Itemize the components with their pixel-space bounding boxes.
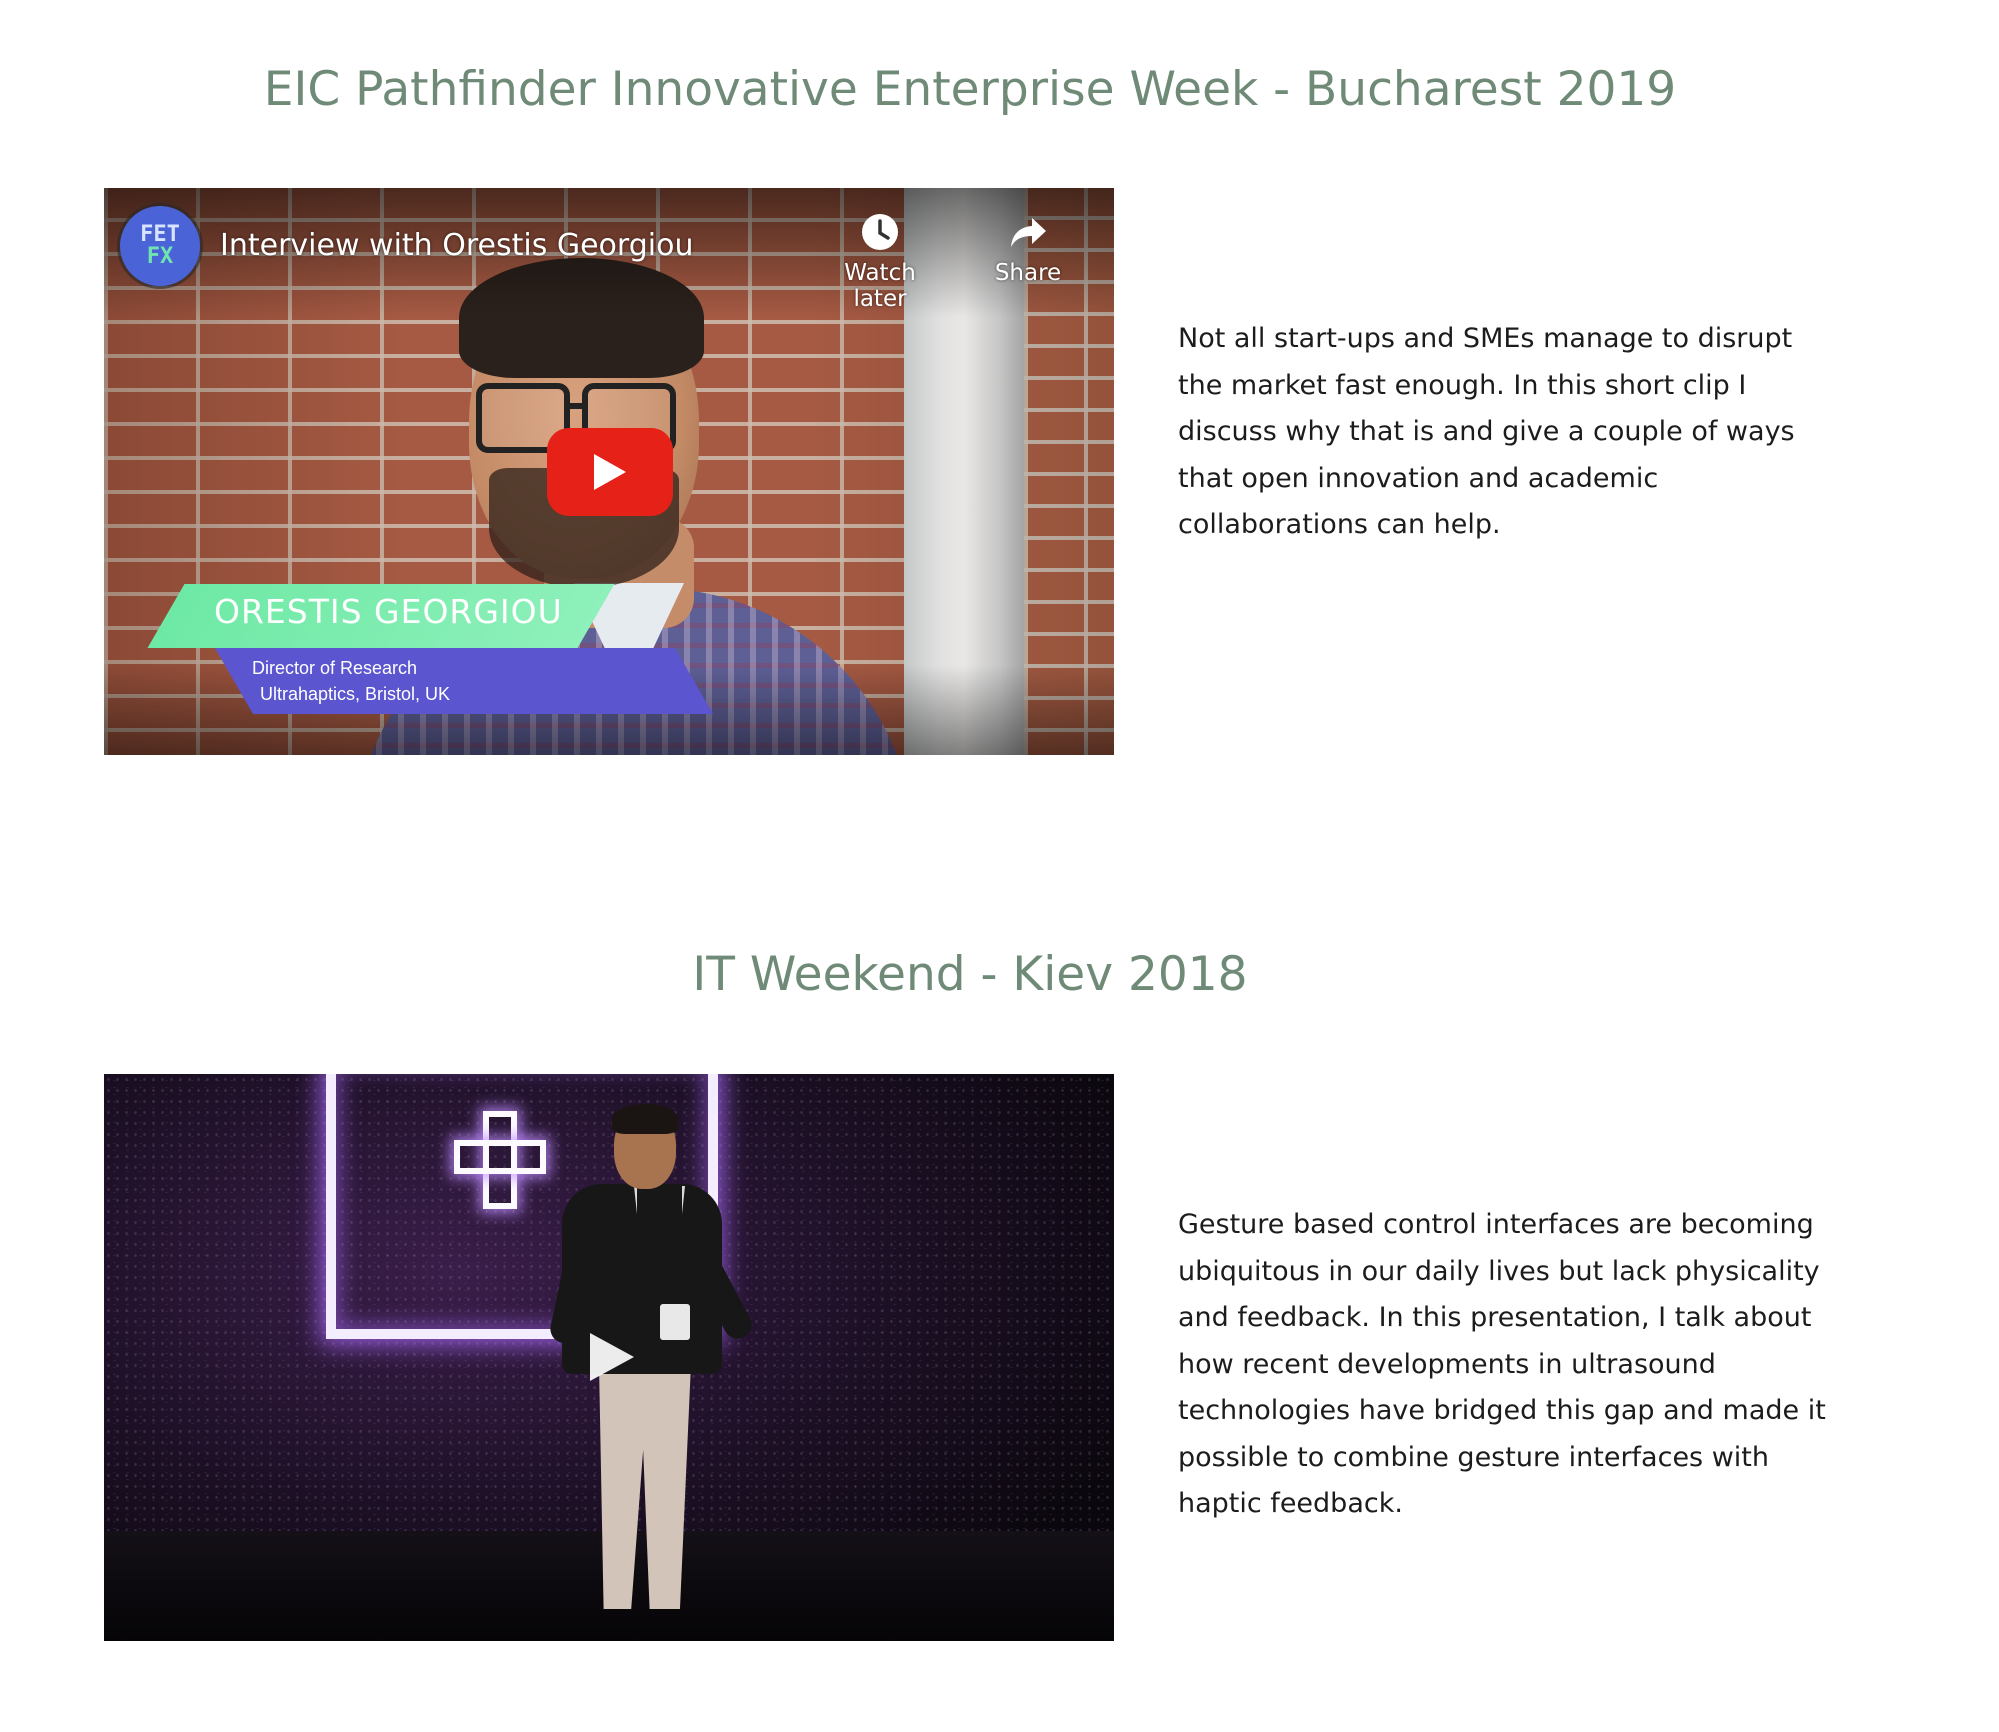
channel-logo-text-top: FET xyxy=(140,222,180,247)
section-description: Gesture based control interfaces are bec… xyxy=(1178,1209,1826,1519)
watch-later-label: Watch later xyxy=(844,260,916,312)
play-icon xyxy=(594,454,626,490)
clock-icon xyxy=(862,214,898,250)
youtube-play-button[interactable] xyxy=(547,428,673,516)
lower-third-org: Ultrahaptics, Bristol, UK xyxy=(260,684,451,704)
section-title: EIC Pathfinder Innovative Enterprise Wee… xyxy=(263,62,1677,117)
section-description: Not all start-ups and SMEs manage to dis… xyxy=(1178,323,1795,540)
watch-later-button[interactable]: Watch later xyxy=(820,212,940,312)
lower-third-name: ORESTIS GEORGIOU xyxy=(214,592,563,631)
vimeo-video-embed[interactable] xyxy=(104,1074,1114,1641)
share-label: Share xyxy=(994,260,1062,286)
video-title[interactable]: Interview with Orestis Georgiou xyxy=(220,228,693,263)
channel-logo-text-bottom: FX xyxy=(146,244,174,269)
play-triangle-icon[interactable] xyxy=(582,1327,642,1387)
speaker-badge xyxy=(660,1304,690,1340)
share-button[interactable]: Share xyxy=(968,212,1088,286)
channel-avatar[interactable]: FET FX xyxy=(120,206,200,286)
youtube-video-embed[interactable]: ORESTIS GEORGIOU Director of Research Ul… xyxy=(104,188,1114,755)
lower-third-role: Director of Research xyxy=(252,658,418,678)
share-arrow-icon xyxy=(1011,218,1046,247)
section-title: IT Weekend - Kiev 2018 xyxy=(692,947,1248,1002)
